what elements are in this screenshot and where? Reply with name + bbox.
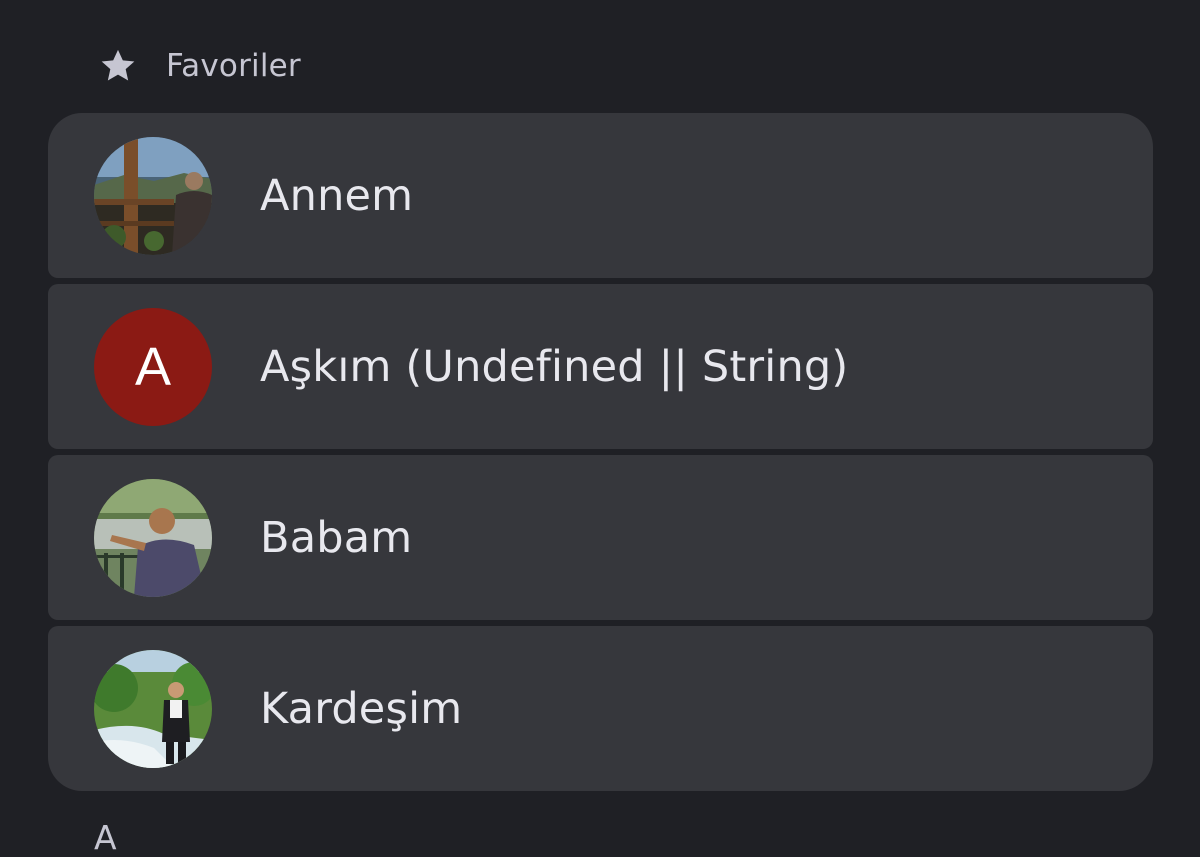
avatar-initial: A: [134, 337, 172, 397]
contact-name: Kardeşim: [260, 683, 463, 734]
contact-photo-avatar: [94, 137, 212, 255]
contact-name: Aşkım (Undefined || String): [260, 341, 849, 392]
favorites-header: Favoriler: [96, 44, 301, 88]
favorites-list: Annem A Aşkım (Undefined || String) Baba…: [48, 113, 1153, 791]
star-icon: [96, 44, 140, 88]
section-index-letter: A: [94, 818, 117, 857]
contact-letter-avatar: A: [94, 308, 212, 426]
contact-photo-avatar: [94, 650, 212, 768]
contact-photo-avatar: [94, 479, 212, 597]
favorites-title: Favoriler: [166, 48, 301, 84]
contact-name: Annem: [260, 170, 414, 221]
contact-name: Babam: [260, 512, 413, 563]
contact-row-babam[interactable]: Babam: [48, 455, 1153, 620]
contact-row-askim[interactable]: A Aşkım (Undefined || String): [48, 284, 1153, 449]
contact-row-kardesim[interactable]: Kardeşim: [48, 626, 1153, 791]
contact-row-annem[interactable]: Annem: [48, 113, 1153, 278]
